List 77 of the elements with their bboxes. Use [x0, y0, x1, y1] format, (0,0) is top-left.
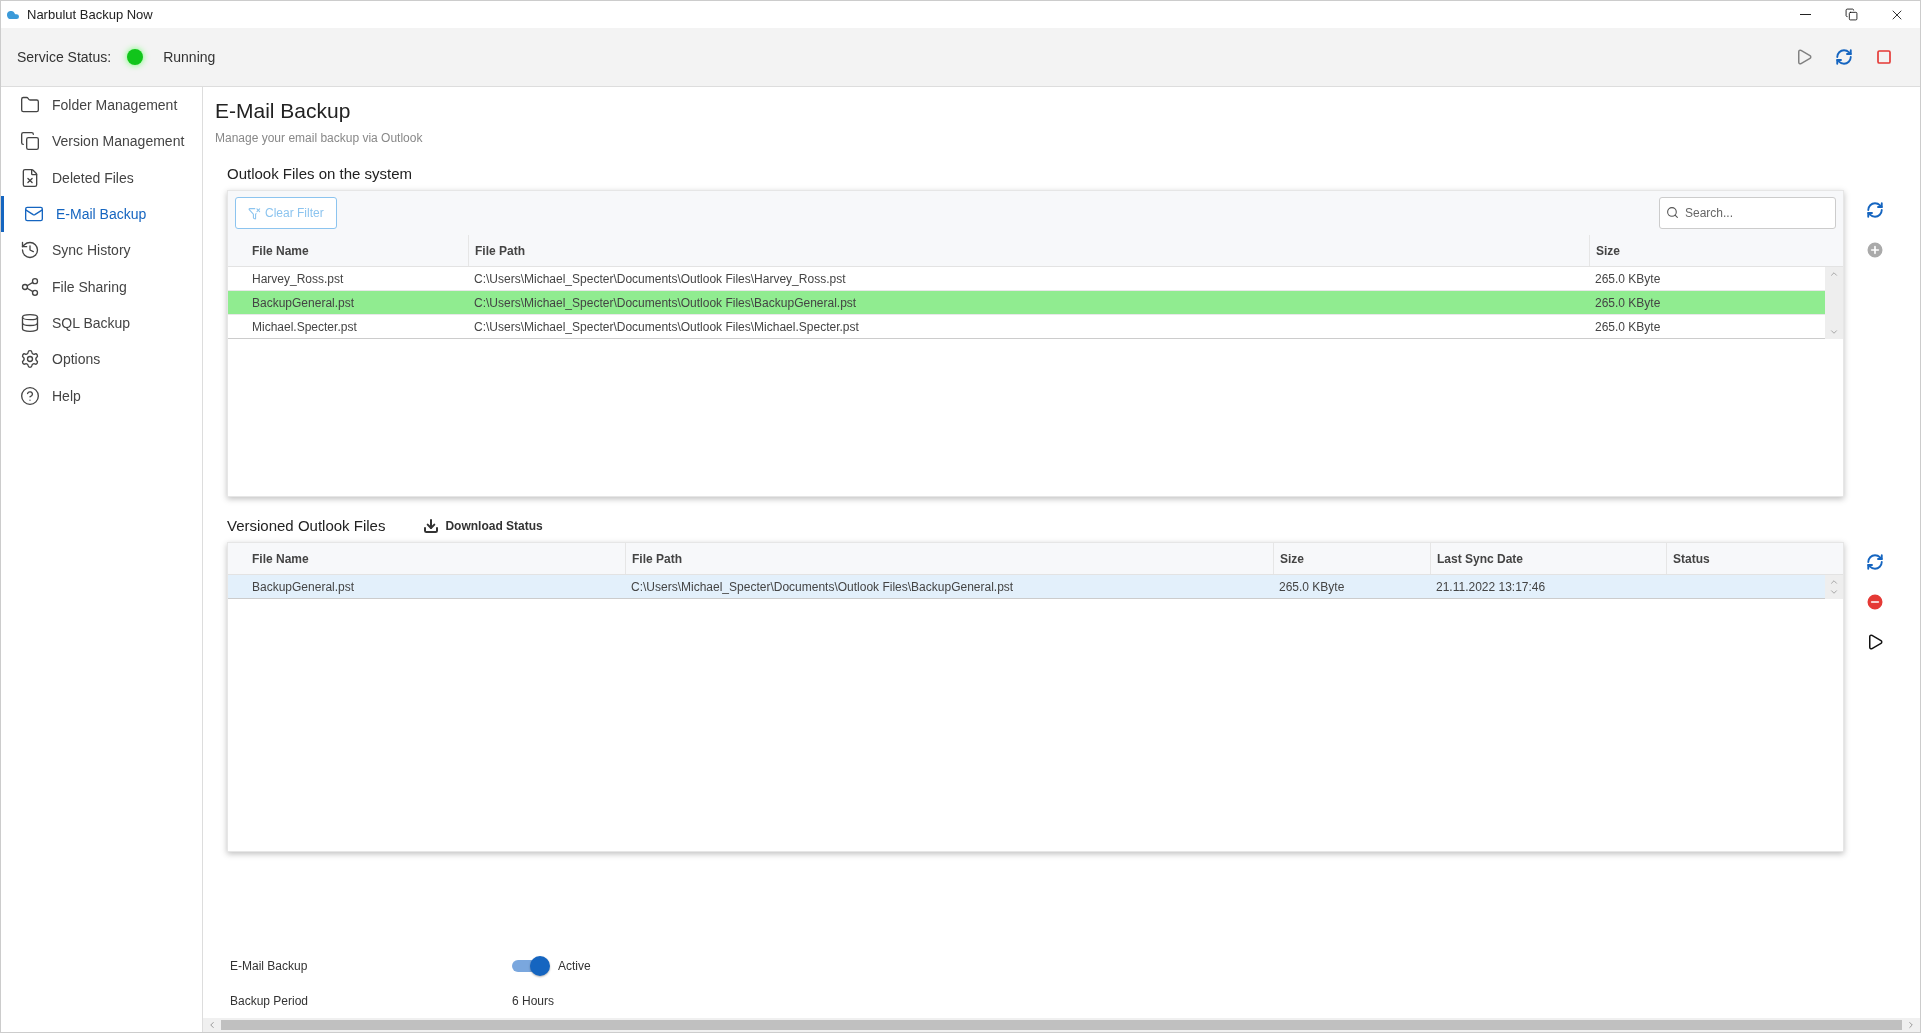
play-icon [1795, 48, 1813, 66]
filter-icon [248, 206, 261, 220]
window-title: Narbulut Backup Now [27, 7, 154, 22]
sidebar-item[interactable]: SQL Backup [1, 304, 202, 342]
page-subtitle: Manage your email backup via Outlook [215, 131, 424, 145]
section-title: Outlook Files on the system [227, 165, 413, 182]
deleted-file-icon [20, 167, 40, 188]
search-icon [1666, 206, 1679, 219]
sidebar-item[interactable]: Options [1, 341, 202, 378]
sidebar-item[interactable]: File Sharing [1, 268, 202, 305]
database-icon [20, 312, 40, 333]
history-icon [20, 240, 40, 261]
sidebar-item[interactable]: E-Mail Backup [1, 195, 202, 233]
table-cell-text: C:\Users\Michael_Specter\Documents\Outlook Files\Harvey_Ross.pst [473, 270, 847, 288]
scroll-down-icon[interactable] [1829, 587, 1839, 597]
table-cell-text: 265.0 KByte [1594, 270, 1662, 288]
sidebar-item[interactable]: Folder Management [1, 87, 202, 124]
refresh-icon [1835, 48, 1853, 66]
table-cell-text: C:\Users\Michael_Specter\Documents\Outlook Files\BackupGeneral.pst [630, 578, 1015, 596]
sidebar-item[interactable]: Help [1, 377, 202, 414]
restore-icon [1844, 8, 1858, 21]
table-cell-text: C:\Users\Michael_Specter\Documents\Outlook Files\BackupGeneral.pst [473, 294, 858, 312]
column-header[interactable]: Last Sync Date [1430, 543, 1666, 574]
horizontal-scrollbar[interactable] [203, 1018, 1920, 1032]
table-cell-text: 265.0 KByte [1594, 294, 1662, 312]
table-row[interactable]: BackupGeneral.pst C:\Users\Michael_Specter\Documents\Outlook Files\BackupGeneral.pst 265.0 KByte [228, 291, 1825, 315]
refresh-icon [1866, 553, 1884, 571]
help-icon [20, 385, 40, 406]
table-cell-text: 265.0 KByte [1594, 318, 1662, 336]
table-cell-text: 265.0 KByte [1278, 578, 1346, 596]
table-row[interactable]: Michael.Specter.pst C:\Users\Michael_Specter\Documents\Outlook Files\Michael.Specter.pst 265.0 KByte [228, 315, 1825, 339]
remove-icon [1865, 592, 1885, 612]
column-header[interactable]: File Path [625, 543, 1273, 574]
refresh-icon [1866, 201, 1884, 219]
sidebar-item[interactable]: Sync History [1, 232, 202, 269]
play-icon [1866, 633, 1884, 651]
download-status-button[interactable]: Download Status [423, 517, 543, 534]
stop-icon [1876, 49, 1892, 65]
scroll-right-icon[interactable] [1906, 1020, 1916, 1030]
download-icon [423, 517, 440, 534]
vertical-scrollbar[interactable] [1825, 267, 1843, 339]
table-cell-text: 21.11.2022 13:17:46 [1435, 578, 1547, 596]
column-header[interactable]: File Name [228, 543, 625, 574]
column-header[interactable]: File Name [228, 235, 468, 266]
column-header[interactable]: Size [1273, 543, 1430, 574]
scroll-up-icon[interactable] [1829, 577, 1839, 587]
add-icon [1865, 240, 1885, 260]
table-row[interactable]: BackupGeneral.pst C:\Users\Michael_Specter\Documents\Outlook Files\BackupGeneral.pst 265.0 KByte 21.11.2022 13:17:46 [228, 575, 1825, 599]
table-cell-text: C:\Users\Michael_Specter\Documents\Outlook Files\Michael.Specter.pst [473, 318, 860, 336]
search-field[interactable]: Search... [1659, 197, 1836, 229]
copy-icon [20, 131, 40, 152]
sidebar-item[interactable]: Deleted Files [1, 159, 202, 196]
table-cell-text: BackupGeneral.pst [251, 578, 356, 596]
section-title: Versioned Outlook Files [227, 517, 386, 534]
setting-label: Backup Period [230, 994, 310, 1008]
column-header[interactable]: Size [1589, 235, 1825, 266]
table-cell-text: Harvey_Ross.pst [251, 270, 345, 288]
column-header[interactable]: File Path [468, 235, 1589, 266]
scroll-left-icon[interactable] [207, 1020, 217, 1030]
settings-icon [20, 349, 40, 370]
table-cell-text: BackupGeneral.pst [251, 294, 356, 312]
scroll-up-icon[interactable] [1829, 269, 1839, 279]
setting-label: E-Mail Backup [230, 959, 309, 973]
service-status-value: Running [163, 49, 216, 65]
toggle-switch[interactable] [512, 956, 550, 976]
table-row[interactable]: Harvey_Ross.pst C:\Users\Michael_Specter\Documents\Outlook Files\Harvey_Ross.pst 265.0 KByte [228, 267, 1825, 291]
vertical-scrollbar[interactable] [1825, 575, 1843, 599]
service-status-label: Service Status: [17, 49, 112, 65]
scroll-down-icon[interactable] [1829, 327, 1839, 337]
minimize-icon [1799, 14, 1811, 15]
sidebar-item[interactable]: Version Management [1, 123, 202, 160]
table-cell-text: Michael.Specter.pst [251, 318, 358, 336]
share-icon [20, 276, 40, 297]
page-title: E-Mail Backup [215, 99, 352, 123]
setting-value: Active [558, 959, 591, 973]
column-header[interactable]: Status [1666, 543, 1825, 574]
setting-value: 6 Hours [512, 994, 555, 1008]
